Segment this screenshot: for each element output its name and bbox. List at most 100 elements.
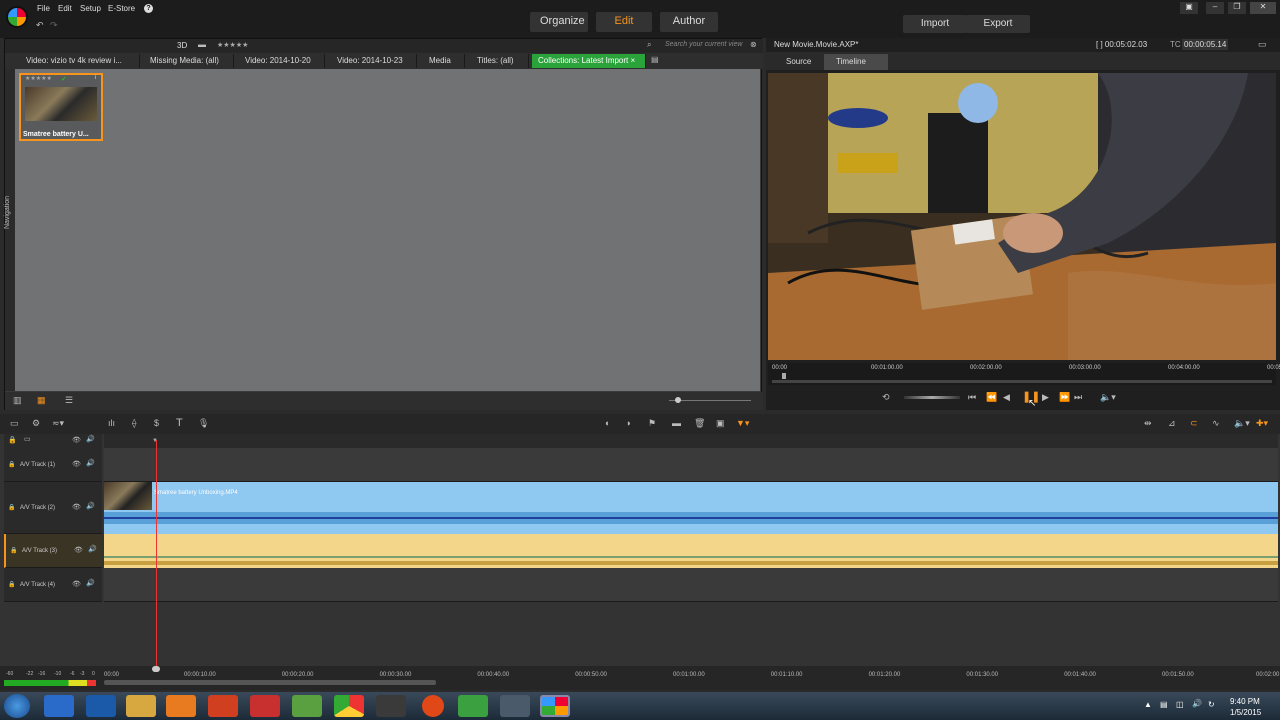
internet-explorer-icon[interactable] bbox=[44, 695, 74, 717]
link-icon[interactable]: ⊂ bbox=[1190, 418, 1198, 429]
marker-right-icon[interactable]: ◗ bbox=[626, 418, 631, 428]
app-icon-6[interactable] bbox=[250, 695, 280, 717]
sync-icon[interactable]: ↻ bbox=[1208, 700, 1215, 709]
chrome-icon[interactable] bbox=[334, 695, 364, 717]
snapshot-icon[interactable]: ▣ bbox=[716, 418, 725, 429]
track-lane-1[interactable] bbox=[104, 448, 1278, 482]
tab-titles[interactable]: Titles: (all) bbox=[471, 54, 529, 68]
mute-all-icon[interactable]: 🔊 bbox=[86, 435, 95, 443]
audio-mixer-icon[interactable]: ılı bbox=[108, 418, 115, 428]
magnet-icon[interactable]: ⊿ bbox=[1168, 418, 1176, 429]
loop-icon[interactable]: ⟲ bbox=[882, 392, 890, 403]
selected-track-lane-3[interactable] bbox=[104, 534, 1278, 568]
preview-scrubber-handle[interactable] bbox=[782, 373, 786, 379]
redo-icon[interactable]: ↷ bbox=[50, 20, 58, 31]
edit-mode-icon[interactable]: ≂▾ bbox=[52, 418, 64, 429]
video-preview[interactable] bbox=[768, 73, 1276, 360]
timeline-top-ruler[interactable]: ▼ bbox=[104, 434, 1278, 448]
settings-icon[interactable]: ⚙ bbox=[32, 418, 40, 429]
track-lane-4[interactable] bbox=[104, 568, 1278, 602]
tab-timeline[interactable]: Timeline bbox=[824, 54, 888, 70]
mode-edit[interactable]: Edit bbox=[596, 12, 652, 32]
media-thumbnail[interactable]: ★★★★★ ✓ i Smatree battery U... bbox=[19, 73, 103, 141]
tab-collections-latest-import[interactable]: Collections: Latest Import × bbox=[532, 54, 646, 68]
track-lock-icon[interactable]: 🔒 bbox=[8, 504, 15, 511]
remote-desktop-icon[interactable] bbox=[500, 695, 530, 717]
search-input[interactable]: Search your current view bbox=[665, 41, 742, 48]
mode-organize[interactable]: Organize bbox=[530, 12, 588, 32]
marker-left-icon[interactable]: ◖ bbox=[604, 418, 609, 428]
timeline-playhead-handle[interactable] bbox=[152, 666, 160, 672]
fullscreen-icon[interactable]: ▭ bbox=[1258, 39, 1267, 50]
playhead-top-marker-icon[interactable]: ▼ bbox=[152, 438, 158, 444]
fit-icon[interactable]: ⇹ bbox=[1144, 418, 1152, 429]
menu-setup[interactable]: Setup bbox=[80, 4, 101, 13]
track-header-3[interactable]: 🔒 A/V Track (3) 👁 🔊 bbox=[4, 534, 102, 568]
track-header-1[interactable]: 🔒 A/V Track (1) 👁 🔊 bbox=[4, 448, 102, 482]
track-lock-icon[interactable]: 🔒 bbox=[8, 461, 15, 468]
tab-source[interactable]: Source bbox=[774, 54, 823, 70]
track-lock-icon[interactable]: 🔒 bbox=[8, 581, 15, 588]
marker-color-icon[interactable]: ▼▾ bbox=[736, 418, 749, 429]
lock-all-icon[interactable]: 🔒 bbox=[8, 436, 17, 444]
undo-icon[interactable]: ↶ bbox=[36, 20, 44, 31]
mode-author[interactable]: Author bbox=[660, 12, 718, 32]
app-icon-7[interactable] bbox=[292, 695, 322, 717]
timeline-scrollbar[interactable] bbox=[104, 680, 436, 685]
timeline-ruler[interactable]: -60 -22 -16 -10 -6 -3 0 00:00 00:00:10.00 00:00:… bbox=[0, 666, 1280, 690]
track-list-icon[interactable]: ▭ bbox=[24, 435, 31, 443]
list-view-icon[interactable]: ☰ bbox=[65, 395, 73, 406]
step-back-icon[interactable]: ◀ bbox=[1003, 392, 1010, 403]
store-icon[interactable]: ▣ bbox=[1180, 2, 1198, 14]
razor-icon[interactable]: ⟠ bbox=[132, 418, 136, 429]
clear-search-icon[interactable]: ⊗ bbox=[750, 40, 757, 49]
waveform-icon[interactable]: ∿ bbox=[1212, 418, 1220, 429]
tab-video-vizio[interactable]: Video: vizio tv 4k review i... bbox=[20, 54, 140, 68]
storyboard-icon[interactable]: ▬ bbox=[672, 418, 681, 428]
track-visibility-icon[interactable]: 👁 bbox=[72, 503, 81, 511]
film-filter-icon[interactable]: ▬ bbox=[198, 40, 206, 49]
previous-frame-icon[interactable]: ⏪ bbox=[986, 392, 997, 403]
track-visibility-icon[interactable]: 👁 bbox=[72, 460, 81, 468]
app-icon-5[interactable] bbox=[208, 695, 238, 717]
clock-time[interactable]: 9:40 PM bbox=[1230, 697, 1260, 706]
start-button[interactable] bbox=[4, 694, 30, 718]
preview-scrubber-track[interactable] bbox=[772, 380, 1272, 383]
thumb-rating[interactable]: ★★★★★ bbox=[25, 75, 52, 82]
go-to-end-icon[interactable]: ⏭ bbox=[1074, 392, 1082, 403]
visibility-all-icon[interactable]: 👁 bbox=[72, 436, 81, 444]
preview-ruler[interactable]: 00:00 00:01:00.00 00:02:00.00 00:03:00.00 00… bbox=[768, 363, 1280, 385]
navigation-strip[interactable]: Navigation bbox=[4, 69, 15, 391]
trash-icon[interactable]: 🗑 bbox=[694, 418, 705, 429]
view-3d-toggle[interactable]: 3D bbox=[177, 41, 187, 50]
clock-date[interactable]: 1/5/2015 bbox=[1230, 708, 1261, 717]
timeline-layout-icon[interactable]: ▭ bbox=[10, 418, 19, 429]
volume-icon[interactable]: 🔈▾ bbox=[1100, 392, 1116, 403]
file-explorer-icon[interactable] bbox=[126, 695, 156, 717]
title-icon[interactable]: T bbox=[176, 417, 183, 429]
pinnacle-studio-taskbar-icon[interactable] bbox=[540, 695, 570, 717]
rating-filter[interactable]: ★★★★★ bbox=[217, 41, 248, 49]
track-mute-icon[interactable]: 🔊 bbox=[88, 545, 97, 553]
menu-file[interactable]: File bbox=[37, 4, 50, 13]
grid-view-icon[interactable]: ▦ bbox=[37, 395, 46, 406]
search-icon[interactable]: ⌕ bbox=[647, 40, 651, 50]
media-player-icon[interactable] bbox=[166, 695, 196, 717]
zoom-slider-handle[interactable] bbox=[675, 397, 681, 403]
track-mute-icon[interactable]: 🔊 bbox=[86, 502, 95, 510]
track-header-2[interactable]: 🔒 A/V Track (2) 👁 🔊 bbox=[4, 482, 102, 534]
help-icon[interactable]: ? bbox=[144, 4, 153, 13]
volume-tray-icon[interactable]: 🔊 bbox=[1192, 699, 1202, 708]
new-tab-icon[interactable]: ▤ bbox=[651, 55, 659, 64]
tab-video-2014-10-23[interactable]: Video: 2014-10-23 bbox=[331, 54, 417, 68]
tab-video-2014-10-20[interactable]: Video: 2014-10-20 bbox=[239, 54, 325, 68]
track-visibility-icon[interactable]: 👁 bbox=[72, 580, 81, 588]
info-icon[interactable]: i bbox=[95, 75, 96, 81]
tab-missing-media[interactable]: Missing Media: (all) bbox=[144, 54, 234, 68]
video-clip[interactable]: Smatree battery Unboxing.MP4 bbox=[104, 482, 1278, 534]
add-track-icon[interactable]: ✚▾ bbox=[1256, 418, 1268, 429]
split-icon[interactable]: $ bbox=[154, 418, 159, 428]
menu-edit[interactable]: Edit bbox=[58, 4, 72, 13]
close-icon[interactable]: ✕ bbox=[1250, 2, 1276, 14]
shuttle-control[interactable] bbox=[904, 396, 960, 399]
